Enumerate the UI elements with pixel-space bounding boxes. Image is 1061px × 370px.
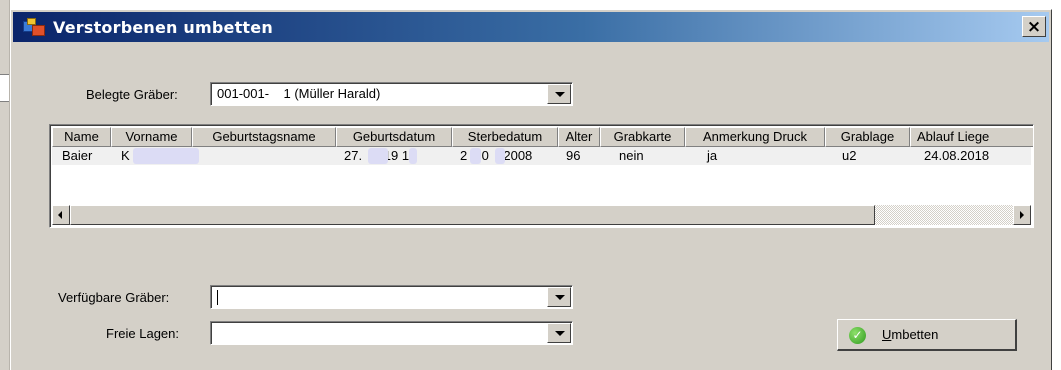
- arrow-right-icon: [1020, 211, 1024, 219]
- table-row[interactable]: Baier K 27. 19 1 2 .0 .2008 96 nein ja u…: [52, 147, 1031, 165]
- dropdown-button[interactable]: [547, 287, 571, 307]
- cell-name: Baier: [62, 148, 93, 163]
- horizontal-scrollbar[interactable]: [52, 205, 1031, 225]
- check-icon: ✓: [849, 327, 866, 344]
- column-header-sterbedatum[interactable]: Sterbedatum: [452, 127, 558, 147]
- scroll-right-button[interactable]: [1013, 205, 1031, 225]
- scrollbar-thumb[interactable]: [70, 205, 875, 225]
- redaction-blur: [470, 148, 481, 164]
- cell-grablage: u2: [842, 148, 857, 163]
- verfuegbare-graeber-combo[interactable]: [210, 285, 573, 309]
- cell-anmerkung: ja: [707, 148, 718, 163]
- verfuegbare-graeber-label: Verfügbare Gräber:: [58, 290, 170, 305]
- cell-alter: 96: [566, 148, 581, 163]
- redaction-blur: [495, 148, 505, 164]
- belegte-graeber-value: 001-001- 1 (Müller Harald): [217, 86, 381, 101]
- column-header-grablage[interactable]: Grablage: [825, 127, 910, 147]
- column-header-vorname[interactable]: Vorname: [111, 127, 192, 147]
- freie-lagen-label: Freie Lagen:: [106, 326, 179, 341]
- dropdown-button[interactable]: [547, 84, 571, 104]
- text-cursor: [217, 290, 218, 305]
- column-header-geburtstagsname[interactable]: Geburtstagsname: [192, 127, 336, 147]
- window-title: Verstorbenen umbetten: [53, 17, 273, 37]
- dialog-window: Verstorbenen umbetten × Belegte Gräber: …: [10, 9, 1052, 370]
- chevron-down-icon: [555, 295, 565, 300]
- close-icon: ×: [1026, 16, 1042, 37]
- freie-lagen-combo[interactable]: [210, 321, 573, 345]
- table-header: Name Vorname Geburtstagsname Geburtsdatu…: [52, 127, 1033, 147]
- arrow-left-icon: [58, 211, 62, 219]
- redaction-blur: [133, 148, 199, 164]
- belegte-graeber-combo[interactable]: 001-001- 1 (Müller Harald): [210, 82, 573, 106]
- cell-grabkarte: nein: [619, 148, 644, 163]
- cell-vorname: K: [121, 148, 130, 163]
- redaction-blur: [368, 148, 388, 164]
- dropdown-button[interactable]: [547, 323, 571, 343]
- column-header-grabkarte[interactable]: Grabkarte: [600, 127, 685, 147]
- scroll-left-button[interactable]: [52, 205, 70, 225]
- chevron-down-icon: [555, 92, 565, 97]
- deceased-table[interactable]: Name Vorname Geburtstagsname Geburtsdatu…: [49, 124, 1034, 228]
- column-header-anmerkung-druck[interactable]: Anmerkung Druck: [685, 127, 825, 147]
- belegte-graeber-label: Belegte Gräber:: [86, 87, 178, 102]
- scrollbar-track[interactable]: [875, 205, 1013, 225]
- background-tab: [0, 74, 9, 102]
- column-header-name[interactable]: Name: [52, 127, 111, 147]
- cell-ablauf: 24.08.2018: [924, 148, 990, 163]
- column-header-alter[interactable]: Alter: [558, 127, 600, 147]
- umbetten-button-label: Umbetten: [882, 327, 939, 342]
- redaction-blur: [409, 148, 417, 164]
- title-bar[interactable]: Verstorbenen umbetten ×: [13, 12, 1049, 42]
- column-header-ablauf-liege[interactable]: Ablauf Liege: [910, 127, 1033, 147]
- background-panel: [0, 0, 10, 370]
- chevron-down-icon: [555, 331, 565, 336]
- app-icon: [23, 18, 47, 36]
- close-button[interactable]: ×: [1022, 16, 1046, 37]
- umbetten-button[interactable]: ✓ Umbetten: [837, 319, 1017, 351]
- column-header-geburtsdatum[interactable]: Geburtsdatum: [336, 127, 452, 147]
